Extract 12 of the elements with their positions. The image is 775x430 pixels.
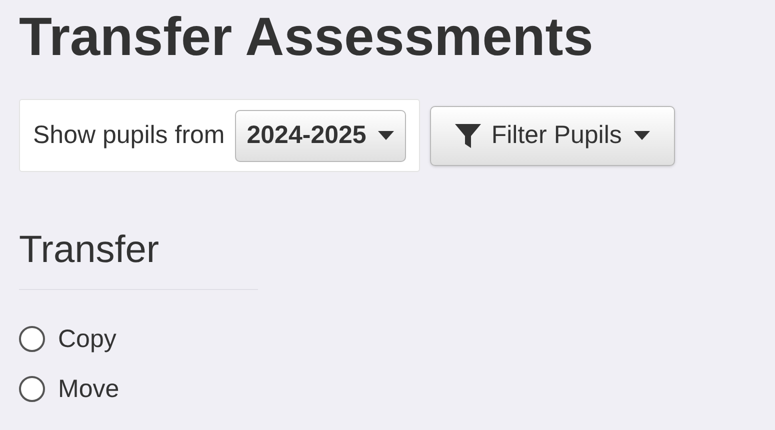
filter-icon [455, 122, 482, 148]
filter-pupils-button[interactable]: Filter Pupils [430, 106, 675, 166]
filter-label: Show pupils from [33, 120, 225, 151]
caret-icon [634, 131, 650, 140]
year-dropdown[interactable]: 2024-2025 [234, 110, 406, 162]
option-label: Copy [58, 324, 116, 355]
option-label: Move [58, 374, 120, 405]
caret-icon [378, 131, 394, 140]
radio-button[interactable] [19, 376, 45, 402]
radio-button[interactable] [19, 326, 45, 352]
section-heading: Transfer [19, 228, 160, 273]
page-title: Transfer Assessments [19, 6, 594, 69]
